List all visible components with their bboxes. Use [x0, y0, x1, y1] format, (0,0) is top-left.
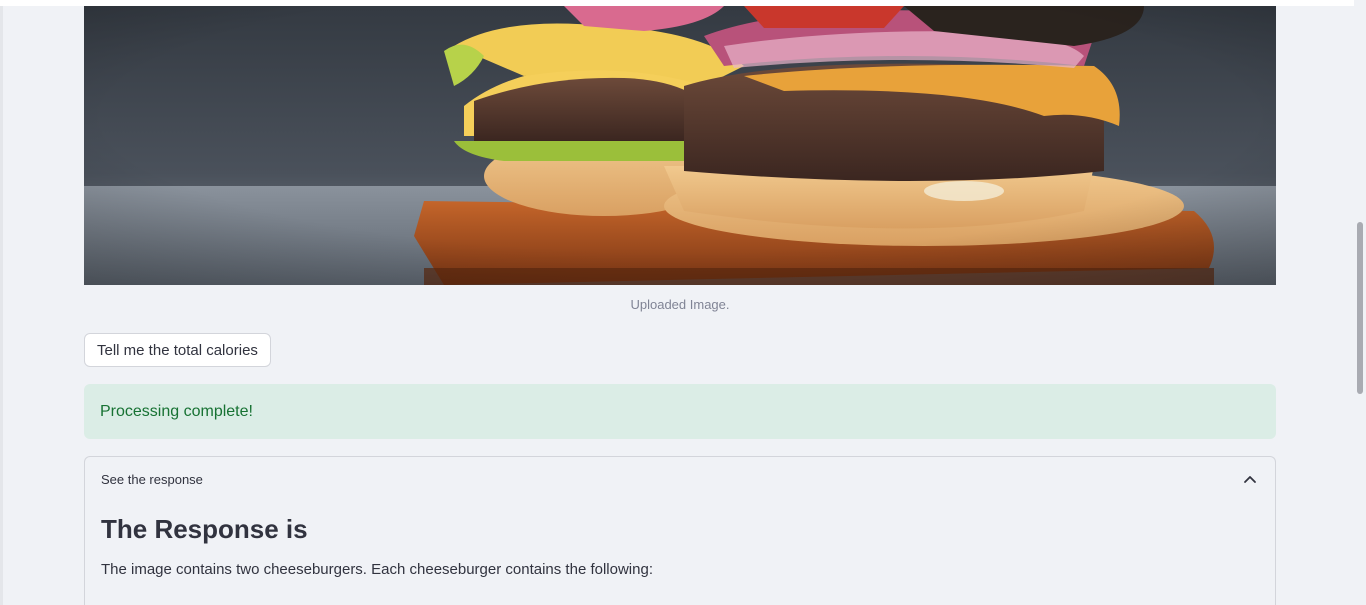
alert-message: Processing complete! — [100, 403, 253, 420]
uploaded-image — [84, 6, 1276, 285]
response-text: The image contains two cheeseburgers. Ea… — [101, 561, 653, 578]
success-alert: Processing complete! — [84, 384, 1276, 439]
expander-body: The Response is The image contains two c… — [85, 511, 1275, 581]
calories-button[interactable]: Tell me the total calories — [84, 333, 271, 367]
scrollbar[interactable] — [1354, 0, 1366, 605]
scrollbar-thumb[interactable] — [1357, 222, 1363, 394]
expander-header[interactable]: See the response — [85, 457, 1275, 503]
burger-photo — [84, 6, 1276, 285]
main-content: Uploaded Image. Tell me the total calori… — [84, 6, 1276, 605]
chevron-up-icon[interactable] — [1243, 473, 1257, 487]
expander-label: See the response — [101, 472, 203, 487]
app-page: Uploaded Image. Tell me the total calori… — [0, 0, 1366, 605]
left-edge — [0, 0, 3, 605]
response-expander: See the response The Response is The ima… — [84, 456, 1276, 605]
image-caption: Uploaded Image. — [630, 297, 730, 312]
response-title: The Response is — [101, 514, 308, 544]
